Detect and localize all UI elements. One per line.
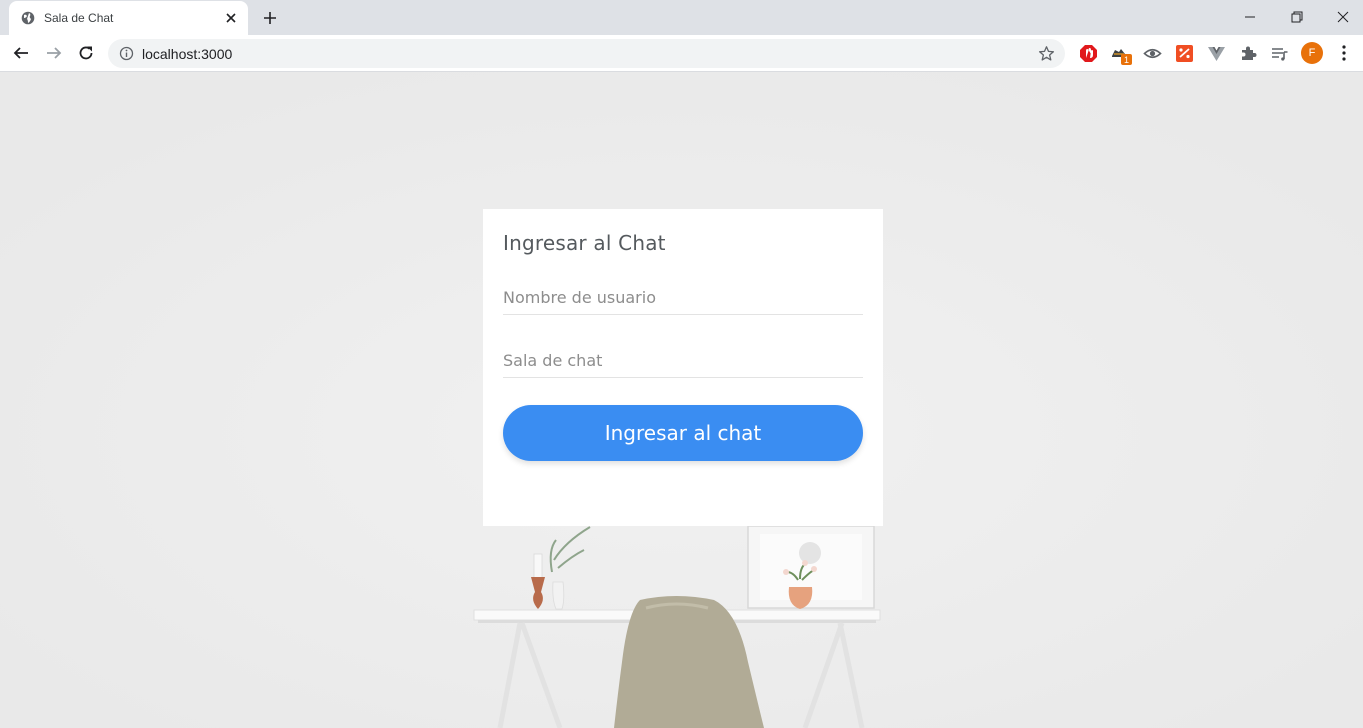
close-window-icon[interactable]: [1335, 9, 1351, 25]
media-queue-icon[interactable]: [1270, 44, 1289, 63]
minimize-icon[interactable]: [1242, 9, 1258, 25]
username-input[interactable]: [503, 281, 863, 315]
profile-avatar[interactable]: F: [1301, 42, 1323, 64]
vue-devtools-icon[interactable]: [1207, 44, 1226, 63]
tab-strip: Sala de Chat: [0, 0, 1363, 35]
browser-toolbar: localhost:3000 1 F: [0, 35, 1363, 72]
browser-tab[interactable]: Sala de Chat: [9, 1, 248, 35]
percent-extension-icon[interactable]: [1175, 44, 1194, 63]
close-icon[interactable]: [224, 11, 238, 25]
page-viewport: Ingresar al Chat Ingresar al chat: [0, 72, 1363, 728]
extensions-puzzle-icon[interactable]: [1239, 44, 1258, 63]
star-icon[interactable]: [1038, 45, 1055, 62]
kebab-menu-icon[interactable]: [1336, 44, 1352, 62]
login-title: Ingresar al Chat: [503, 231, 666, 255]
reload-icon[interactable]: [77, 44, 95, 62]
eye-extension-icon[interactable]: [1143, 44, 1162, 63]
extension-badge: 1: [1121, 54, 1132, 65]
adblock-extension-icon[interactable]: [1079, 44, 1098, 63]
back-arrow-icon[interactable]: [12, 44, 30, 62]
plus-icon[interactable]: [262, 10, 278, 26]
url-text[interactable]: localhost:3000: [142, 46, 232, 62]
info-icon[interactable]: [119, 46, 134, 61]
chat-room-input[interactable]: [503, 344, 863, 378]
forward-arrow-icon[interactable]: [45, 44, 63, 62]
globe-icon: [21, 11, 35, 25]
join-chat-button[interactable]: Ingresar al chat: [503, 405, 863, 461]
tracker-extension[interactable]: 1: [1110, 44, 1134, 68]
address-bar[interactable]: localhost:3000: [108, 39, 1065, 68]
login-card: Ingresar al Chat Ingresar al chat: [483, 209, 883, 526]
restore-icon[interactable]: [1289, 9, 1305, 25]
tab-title: Sala de Chat: [44, 11, 114, 25]
